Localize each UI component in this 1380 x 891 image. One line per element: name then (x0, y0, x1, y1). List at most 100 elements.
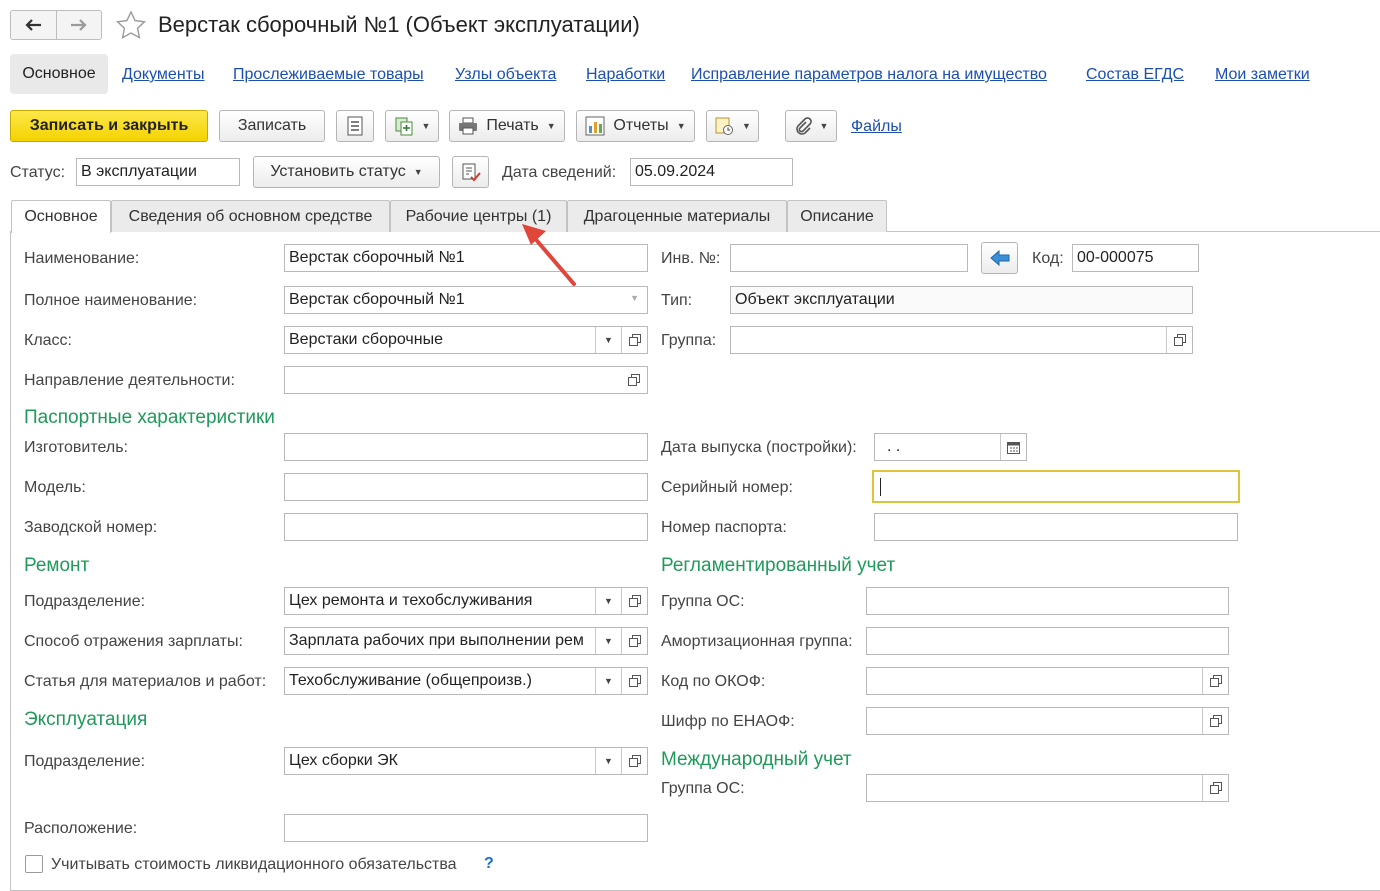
open-window-icon (1209, 782, 1222, 794)
model-label: Модель: (24, 479, 86, 496)
release-date-field[interactable]: . . (874, 433, 1027, 461)
chevron-down-icon: ▼ (413, 167, 423, 177)
class-dropdown-button[interactable]: ▼ (595, 327, 621, 353)
os-group-field[interactable] (866, 587, 1229, 615)
salary-method-open-button[interactable] (621, 628, 647, 654)
operation-division-dropdown-button[interactable]: ▼ (595, 748, 621, 774)
open-window-icon (1209, 715, 1222, 727)
attachments-button[interactable]: ▼ (785, 110, 837, 142)
class-field[interactable]: Верстаки сборочные ▼ (284, 326, 648, 354)
international-group-title: Международный учет (661, 749, 852, 770)
chevron-down-icon: ▼ (742, 121, 751, 131)
model-field[interactable] (284, 473, 648, 501)
chevron-down-icon: ▼ (819, 121, 829, 131)
files-link[interactable]: Файлы (851, 118, 902, 136)
passport-number-field[interactable] (874, 513, 1238, 541)
print-label: Печать (486, 117, 539, 134)
release-date-label: Дата выпуска (постройки): (661, 439, 857, 456)
location-label: Расположение: (24, 820, 138, 837)
salary-method-field[interactable]: Зарплата рабочих при выполнении рем ▼ (284, 627, 648, 655)
class-open-button[interactable] (621, 327, 647, 353)
help-question-icon[interactable]: ? (484, 855, 494, 873)
section-main[interactable]: Основное (10, 54, 108, 94)
tab-asset-info[interactable]: Сведения об основном средстве (111, 200, 390, 232)
manufacturer-field[interactable] (284, 433, 648, 461)
set-status-button[interactable]: Установить статус ▼ (253, 156, 440, 188)
article-dropdown-button[interactable]: ▼ (595, 668, 621, 694)
section-link-property-tax[interactable]: Исправление параметров налога на имущест… (691, 66, 1047, 84)
chevron-down-icon: ▼ (604, 636, 613, 646)
printer-icon (459, 117, 478, 135)
open-window-icon (1209, 675, 1222, 687)
chevron-down-icon: ▼ (604, 756, 613, 766)
calendar-button[interactable] (1000, 434, 1026, 460)
save-button[interactable]: Записать (219, 110, 325, 142)
class-label: Класс: (24, 332, 72, 349)
article-field[interactable]: Техобслуживание (общепроизв.) ▼ (284, 667, 648, 695)
document-structure-icon (715, 117, 734, 135)
operation-division-field[interactable]: Цех сборки ЭК ▼ (284, 747, 648, 775)
salary-method-dropdown-button[interactable]: ▼ (595, 628, 621, 654)
name-field[interactable]: Верстак сборочный №1 (284, 244, 648, 272)
okof-field[interactable] (866, 667, 1229, 695)
date-field[interactable]: 05.09.2024 (630, 158, 793, 186)
edit-status-button[interactable] (452, 156, 489, 188)
print-button[interactable]: Печать ▼ (449, 110, 565, 142)
favorite-star-icon[interactable] (115, 10, 147, 40)
annotation-arrow-icon (522, 224, 576, 286)
repair-division-dropdown-button[interactable]: ▼ (595, 588, 621, 614)
direction-open-button[interactable] (621, 367, 647, 393)
section-link-egds[interactable]: Состав ЕГДС (1086, 66, 1184, 84)
section-link-object-nodes[interactable]: Узлы объекта (455, 66, 556, 84)
section-link-operating-hours[interactable]: Наработки (586, 66, 665, 84)
full-name-field[interactable]: Верстак сборочный №1 ▼ (284, 286, 648, 314)
article-open-button[interactable] (621, 668, 647, 694)
okof-open-button[interactable] (1202, 668, 1228, 694)
group-field[interactable] (730, 326, 1193, 354)
amortization-group-label: Амортизационная группа: (661, 633, 853, 650)
related-documents-button[interactable]: ▼ (706, 110, 759, 142)
document-list-button[interactable] (336, 110, 374, 142)
inv-label: Инв. №: (661, 250, 721, 267)
group-open-button[interactable] (1166, 327, 1192, 353)
repair-division-open-button[interactable] (621, 588, 647, 614)
enaof-open-button[interactable] (1202, 708, 1228, 734)
liquidation-checkbox[interactable] (25, 855, 43, 873)
section-link-my-notes[interactable]: Мои заметки (1215, 66, 1310, 84)
open-window-icon (628, 595, 641, 607)
enaof-field[interactable] (866, 707, 1229, 735)
chevron-down-icon[interactable]: ▼ (630, 293, 639, 303)
repair-division-field[interactable]: Цех ремонта и техобслуживания ▼ (284, 587, 648, 615)
type-field: Объект эксплуатации (730, 286, 1193, 314)
amortization-group-field[interactable] (866, 627, 1229, 655)
inv-field[interactable] (730, 244, 968, 272)
status-field[interactable]: В эксплуатации (76, 158, 240, 186)
location-field[interactable] (284, 814, 648, 842)
intl-os-group-open-button[interactable] (1202, 775, 1228, 801)
tab-precious-materials[interactable]: Драгоценные материалы (567, 200, 787, 232)
code-field[interactable]: 00-000075 (1072, 244, 1199, 272)
intl-os-group-field[interactable] (866, 774, 1229, 802)
tab-main[interactable]: Основное (11, 200, 111, 233)
save-and-close-button[interactable]: Записать и закрыть (10, 110, 208, 142)
set-status-label: Установить статус (270, 163, 406, 180)
factory-number-label: Заводской номер: (24, 519, 158, 536)
direction-field[interactable] (284, 366, 648, 394)
forward-button[interactable] (55, 11, 101, 39)
operation-division-open-button[interactable] (621, 748, 647, 774)
chevron-down-icon: ▼ (604, 596, 613, 606)
create-based-on-button[interactable]: ▼ (385, 110, 439, 142)
serial-number-field[interactable] (872, 470, 1240, 503)
arrow-left-blue-icon (989, 250, 1009, 266)
list-icon (347, 116, 363, 136)
section-link-documents[interactable]: Документы (122, 66, 204, 84)
factory-number-field[interactable] (284, 513, 648, 541)
section-link-traceable-goods[interactable]: Прослеживаемые товары (233, 66, 424, 84)
status-label: Статус: (10, 164, 66, 181)
text-cursor (880, 477, 881, 496)
tab-description[interactable]: Описание (787, 200, 887, 232)
reports-button[interactable]: Отчеты ▼ (576, 110, 695, 142)
fill-inv-button[interactable] (981, 242, 1018, 274)
back-button[interactable] (11, 11, 56, 39)
history-nav (10, 10, 102, 40)
